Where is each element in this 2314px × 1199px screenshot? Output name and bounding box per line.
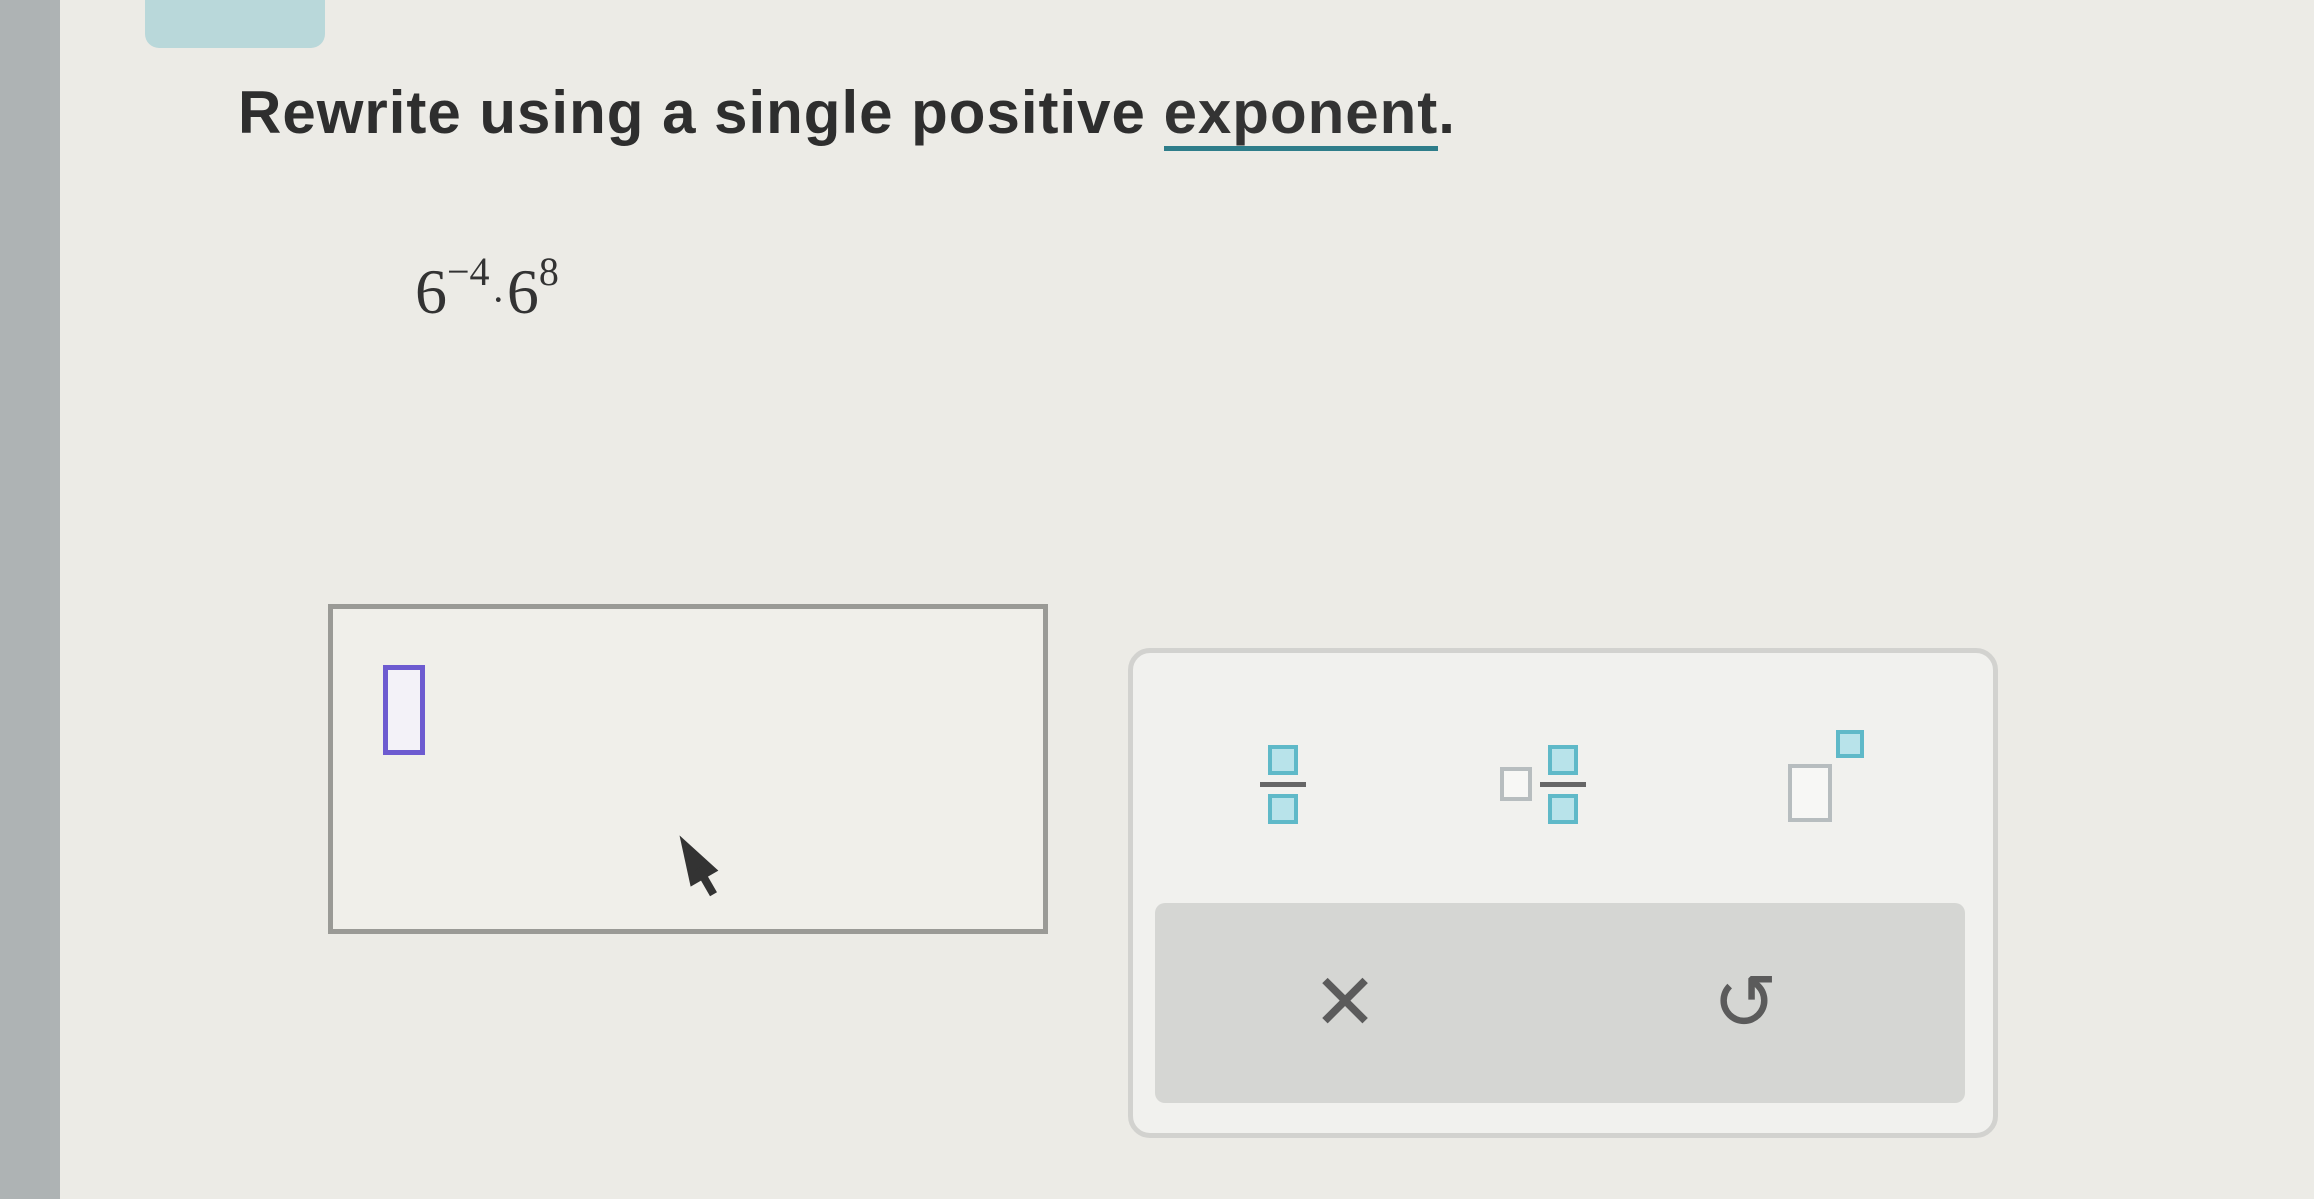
palette-action-bar: ✕ ↺ (1155, 903, 1965, 1103)
exponent-tool-button[interactable] (1763, 709, 1903, 859)
math-palette: ✕ ↺ (1128, 648, 1998, 1138)
math-expression: 6−4·68 (415, 248, 559, 329)
exponent-icon (1778, 724, 1888, 844)
prompt-period: . (1438, 79, 1456, 146)
left-rail (0, 0, 60, 1199)
question-prompt: Rewrite using a single positive exponent… (238, 78, 1456, 151)
close-icon: ✕ (1312, 957, 1378, 1046)
answer-input[interactable] (383, 665, 425, 755)
undo-icon: ↺ (1712, 957, 1778, 1046)
mixed-number-tool-button[interactable] (1473, 709, 1613, 859)
clear-button[interactable]: ✕ (1275, 947, 1415, 1057)
prompt-text: Rewrite using a single positive (238, 79, 1164, 146)
exponent-definition-link[interactable]: exponent (1163, 79, 1439, 151)
top-tab-chip[interactable] (145, 0, 325, 48)
expression-base-2: 6 (506, 256, 539, 327)
undo-button[interactable]: ↺ (1675, 947, 1815, 1057)
fraction-tool-button[interactable] (1213, 709, 1353, 859)
expression-operator: · (491, 277, 505, 322)
answer-box[interactable] (328, 604, 1048, 934)
expression-base-1: 6 (415, 256, 447, 327)
expression-exponent-2: 8 (538, 249, 559, 294)
fraction-icon (1260, 744, 1306, 824)
expression-exponent-1: −4 (447, 249, 490, 294)
mixed-number-icon (1500, 744, 1586, 824)
